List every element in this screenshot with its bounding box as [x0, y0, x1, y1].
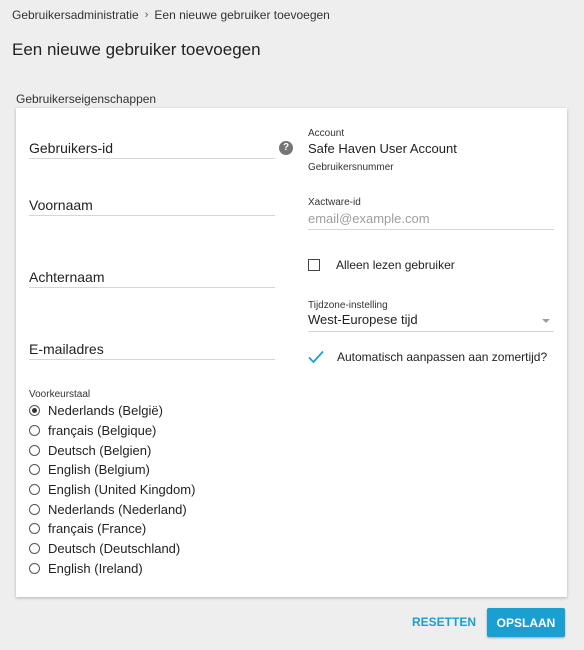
radio-button-icon[interactable]: [29, 484, 40, 496]
last-name-label: Achternaam: [29, 269, 105, 285]
save-button[interactable]: OPSLAAN: [487, 608, 565, 637]
language-option[interactable]: Nederlands (Nederland): [29, 499, 195, 519]
language-option[interactable]: English (Ireland): [29, 559, 195, 579]
section-title: Gebruikerseigenschappen: [16, 92, 157, 106]
timezone-value: West-Europese tijd: [308, 312, 418, 327]
radio-button-icon[interactable]: [29, 503, 40, 515]
language-option-label: English (United Kingdom): [48, 482, 196, 498]
language-option-label: français (France): [48, 521, 147, 537]
email-field[interactable]: E-mailadres: [29, 341, 275, 360]
language-option-label: Nederlands (België): [48, 403, 163, 419]
user-id-field[interactable]: Gebruikers-id: [29, 140, 275, 159]
breadcrumb: Gebruikersadministratie › Een nieuwe geb…: [12, 8, 330, 22]
breadcrumb-parent-link[interactable]: Gebruikersadministratie: [12, 8, 139, 22]
first-name-field[interactable]: Voornaam: [29, 197, 275, 216]
xactware-id-field[interactable]: Xactware-id email@example.com: [308, 197, 554, 230]
help-icon[interactable]: ?: [279, 141, 293, 155]
reset-button[interactable]: RESETTEN: [406, 608, 478, 636]
language-option[interactable]: Deutsch (Deutschland): [29, 539, 195, 559]
dst-label: Automatisch aanpassen aan zomertijd?: [337, 350, 548, 364]
breadcrumb-separator-icon: ›: [144, 9, 149, 21]
language-option-label: English (Ireland): [48, 560, 143, 576]
language-option[interactable]: français (Belgique): [29, 421, 195, 441]
chevron-down-icon[interactable]: [542, 319, 550, 323]
page-title: Een nieuwe gebruiker toevoegen: [12, 40, 261, 59]
radio-button-icon[interactable]: [29, 405, 40, 417]
radio-button-icon[interactable]: [29, 523, 40, 535]
language-option-label: Deutsch (Belgien): [48, 442, 152, 458]
user-number-label: Gebruikersnummer: [308, 162, 394, 173]
language-option-label: français (Belgique): [48, 423, 157, 439]
email-label: E-mailadres: [29, 341, 104, 357]
preferred-language-label: Voorkeurstaal: [29, 389, 91, 400]
language-option[interactable]: Deutsch (Belgien): [29, 440, 195, 460]
timezone-select[interactable]: Tijdzone-instelling West-Europese tijd: [308, 300, 554, 332]
language-option-label: Deutsch (Deutschland): [48, 541, 181, 557]
read-only-checkbox[interactable]: [308, 259, 320, 271]
user-id-label: Gebruikers-id: [29, 140, 114, 156]
account-value: Safe Haven User Account: [308, 141, 457, 156]
language-option[interactable]: English (Belgium): [29, 460, 195, 480]
language-option-label: Nederlands (Nederland): [48, 501, 187, 517]
radio-button-icon[interactable]: [29, 562, 40, 574]
language-option[interactable]: Nederlands (België): [29, 401, 195, 421]
preferred-language-radio-group: Nederlands (België) français (Belgique) De…: [29, 401, 195, 578]
language-option[interactable]: English (United Kingdom): [29, 480, 195, 500]
checkmark-icon[interactable]: [308, 350, 324, 364]
radio-button-icon[interactable]: [29, 543, 40, 555]
read-only-user-toggle[interactable]: Alleen lezen gebruiker: [308, 258, 554, 272]
timezone-label: Tijdzone-instelling: [308, 300, 388, 311]
account-block: Account Safe Haven User Account Gebruike…: [308, 128, 554, 173]
xactware-id-label: Xactware-id: [308, 197, 361, 208]
radio-button-icon[interactable]: [29, 464, 40, 476]
xactware-id-placeholder: email@example.com: [308, 211, 430, 226]
language-option[interactable]: français (France): [29, 519, 195, 539]
language-option-label: English (Belgium): [48, 462, 150, 478]
last-name-field[interactable]: Achternaam: [29, 269, 275, 288]
dst-toggle[interactable]: Automatisch aanpassen aan zomertijd?: [308, 350, 554, 364]
radio-button-icon[interactable]: [29, 444, 40, 456]
read-only-label: Alleen lezen gebruiker: [336, 258, 455, 272]
user-properties-card: Gebruikers-id ? Voornaam Achternaam E-ma…: [16, 108, 567, 597]
first-name-label: Voornaam: [29, 197, 93, 213]
account-label: Account: [308, 128, 345, 139]
radio-button-icon[interactable]: [29, 425, 40, 437]
breadcrumb-current: Een nieuwe gebruiker toevoegen: [154, 8, 330, 22]
